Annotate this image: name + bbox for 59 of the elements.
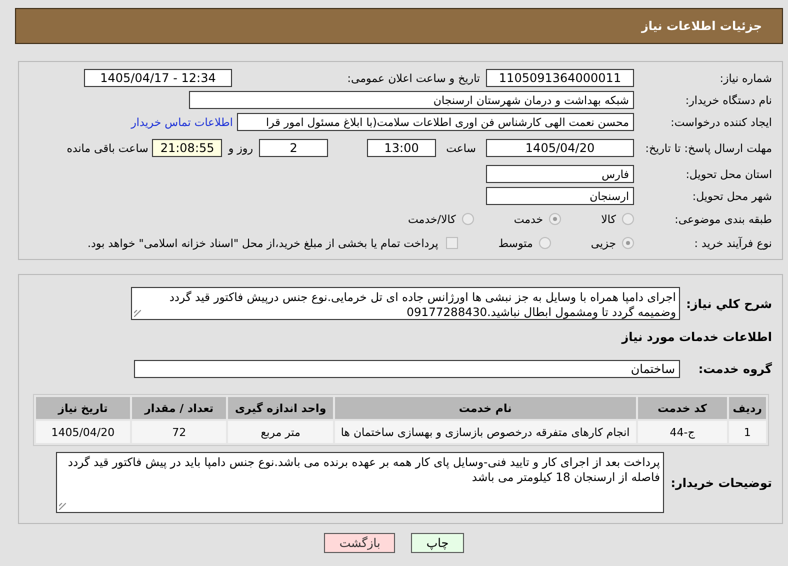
table-cell: انجام کارهای متفرقه درخصوص بازسازی و بهسازی ساختمان ها: [334, 421, 636, 443]
back-button[interactable]: بازگشت: [324, 533, 396, 553]
radio-button[interactable]: [622, 237, 634, 249]
table-cell: متر مربع: [228, 421, 333, 443]
remaining-label: ساعت باقی مانده: [66, 142, 148, 154]
deadline-time-field[interactable]: 13:00: [367, 139, 436, 157]
deadline-date-field[interactable]: 1405/04/20: [486, 139, 634, 157]
remaining-time-field: 21:08:55: [152, 139, 222, 157]
need-number-field[interactable]: 1105091364000011: [486, 69, 634, 87]
service-group-field[interactable]: ساختمان: [134, 360, 680, 378]
days-field[interactable]: 2: [259, 139, 328, 157]
field-label: نوع فرآیند خرید :: [693, 236, 773, 250]
column-header: نام خدمت: [334, 397, 636, 419]
radio-label: کالا: [601, 212, 616, 226]
radio-button[interactable]: [462, 213, 474, 225]
column-header: واحد اندازه گیری: [228, 397, 333, 419]
column-header: ردیف: [728, 397, 766, 419]
resize-grip-icon: [134, 310, 141, 317]
column-header: تاریخ نیاز: [36, 397, 130, 419]
table-cell: 1: [728, 421, 766, 443]
city-field[interactable]: ارسنجان: [486, 187, 634, 205]
print-button[interactable]: چاپ: [411, 533, 464, 553]
description-field[interactable]: اجرای دامپا همراه با وسایل به جز نبشی ها اورژانس جاده ای تل خرمایی.نوع جنس درپیش فاکتور قید گردد وضمیمه گردد تا ومشمول ابطال نباشید.09177288430: [131, 287, 680, 320]
buyer-contact-link[interactable]: اطلاعات تماس خریدار: [131, 116, 233, 128]
table-cell: ج-44: [638, 421, 727, 443]
field-label: ایجاد کننده درخواست:: [670, 116, 773, 128]
field-label: استان محل تحویل:: [684, 168, 773, 180]
radio-label: خدمت: [514, 212, 544, 226]
radio-label: کالا/خدمت: [408, 212, 456, 226]
field-label: شرح کلي نیاز:: [685, 296, 773, 310]
field-label: توضیحات خریدار:: [670, 476, 773, 490]
field-label: نام دستگاه خریدار:: [684, 94, 773, 106]
resize-grip-icon: [59, 503, 66, 510]
days-label: روز و: [228, 142, 254, 154]
requester-field[interactable]: محسن نعمت الهی کارشناس فن اوری اطلاعات سلامت(با ابلاغ مسئول امور قرا: [237, 113, 634, 131]
table-cell: 72: [132, 421, 226, 443]
radio-button[interactable]: [538, 237, 551, 249]
radio-button[interactable]: [622, 213, 634, 225]
radio-label: جزیی: [590, 236, 616, 250]
radio-button[interactable]: [549, 213, 562, 225]
buyer-notes-field[interactable]: پرداخت بعد از اجرای کار و تایید فنی-وسایل پای کار همه بر عهده برنده می باشد.نوع جنس دامپا باید در پیش فاکتور قید گردد فاصله از ارسنجان 18 کیلومتر می باشد: [56, 452, 664, 513]
province-field[interactable]: فارس: [486, 165, 634, 183]
page-title: جزئیات اطلاعات نیاز: [641, 19, 762, 33]
field-label: مهلت ارسال پاسخ: تا تاریخ:: [644, 142, 773, 154]
radio-label: متوسط: [498, 236, 533, 250]
buyer-org-field[interactable]: شبکه بهداشت و درمان شهرستان ارسنجان: [189, 91, 634, 109]
section-heading: اطلاعات خدمات مورد نیاز: [620, 330, 773, 344]
announce-date-field[interactable]: 1405/04/17 - 12:34: [84, 69, 232, 87]
field-label: شماره نیاز:: [718, 72, 773, 84]
checkbox[interactable]: [446, 237, 458, 249]
time-label: ساعت: [446, 142, 476, 154]
table-cell: 1405/04/20: [36, 421, 130, 443]
column-header: کد خدمت: [638, 397, 727, 419]
field-label: تاریخ و ساعت اعلان عمومی:: [346, 72, 481, 84]
field-label: طبقه بندی موضوعی:: [674, 212, 773, 226]
checkbox-label: پرداخت تمام یا بخشی از مبلغ خرید،از محل "اسناد خزانه اسلامی" خواهد بود.: [88, 236, 438, 250]
column-header: تعداد / مقدار: [132, 397, 226, 419]
field-label: شهر محل تحویل:: [691, 190, 773, 202]
field-label: گروه خدمت:: [697, 362, 773, 376]
